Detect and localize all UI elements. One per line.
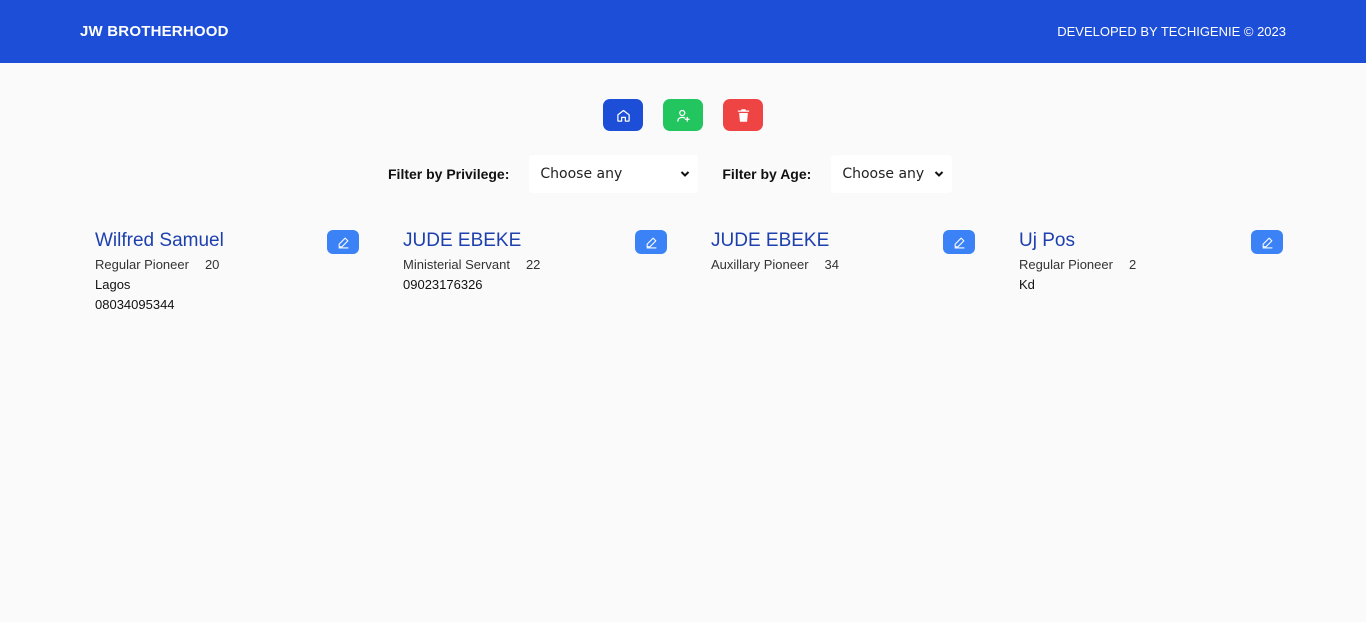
member-card: Wilfred Samuel Regular Pioneer 20 Lagos …	[95, 229, 359, 315]
age-filter-label: Filter by Age:	[722, 166, 812, 182]
member-privilege: Ministerial Servant	[403, 257, 510, 272]
home-icon	[616, 109, 630, 122]
navbar: JW BROTHERHOOD DEVELOPED BY TECHIGENIE ©…	[0, 0, 1366, 63]
member-list: Wilfred Samuel Regular Pioneer 20 Lagos …	[95, 229, 1283, 315]
age-select[interactable]: Choose any	[831, 155, 953, 193]
member-location: Lagos	[95, 277, 131, 292]
member-card: Uj Pos Regular Pioneer 2 Kd	[1019, 229, 1283, 315]
member-meta: Ministerial Servant 22	[403, 257, 667, 273]
edit-member-button[interactable]	[635, 230, 667, 254]
member-name: Wilfred Samuel	[95, 230, 224, 251]
member-meta: Auxillary Pioneer 34	[711, 257, 975, 273]
edit-member-button[interactable]	[1251, 230, 1283, 254]
pencil-icon	[954, 237, 964, 248]
member-age: 34	[824, 257, 840, 272]
pencil-icon	[646, 237, 656, 248]
brand-title[interactable]: JW BROTHERHOOD	[80, 23, 229, 40]
privilege-select-value: Choose any	[540, 166, 623, 182]
privilege-filter-label: Filter by Privilege:	[388, 166, 510, 182]
delete-button[interactable]	[723, 99, 763, 131]
member-name: JUDE EBEKE	[403, 230, 522, 251]
member-card: JUDE EBEKE Auxillary Pioneer 34	[711, 229, 975, 315]
filter-bar: Filter by Privilege: Choose any Filter b…	[388, 155, 953, 193]
developer-credit: DEVELOPED BY TECHIGENIE © 2023	[1057, 24, 1286, 39]
member-age: 20	[204, 257, 220, 272]
age-select-value: Choose any	[842, 166, 925, 182]
member-meta: Regular Pioneer 20	[95, 257, 359, 273]
privilege-select[interactable]: Choose any	[529, 155, 699, 193]
member-card: JUDE EBEKE Ministerial Servant 22 090231…	[403, 229, 667, 315]
member-name: Uj Pos	[1019, 230, 1075, 251]
member-age: 2	[1128, 257, 1137, 272]
home-button[interactable]	[603, 99, 643, 131]
member-meta: Regular Pioneer 2	[1019, 257, 1283, 273]
pencil-icon	[338, 237, 348, 248]
action-toolbar	[603, 99, 763, 131]
chevron-down-icon	[935, 171, 944, 177]
member-name: JUDE EBEKE	[711, 230, 830, 251]
edit-member-button[interactable]	[327, 230, 359, 254]
member-privilege: Auxillary Pioneer	[711, 257, 809, 272]
edit-member-button[interactable]	[943, 230, 975, 254]
trash-icon	[737, 108, 749, 122]
member-privilege: Regular Pioneer	[95, 257, 189, 272]
pencil-icon	[1262, 237, 1272, 248]
member-phone: 09023176326	[403, 277, 483, 292]
chevron-down-icon	[681, 171, 690, 177]
add-member-button[interactable]	[663, 99, 703, 131]
member-age: 22	[525, 257, 541, 272]
user-plus-icon	[676, 109, 690, 122]
member-privilege: Regular Pioneer	[1019, 257, 1113, 272]
member-phone: 08034095344	[95, 297, 175, 312]
member-location: Kd	[1019, 277, 1035, 292]
